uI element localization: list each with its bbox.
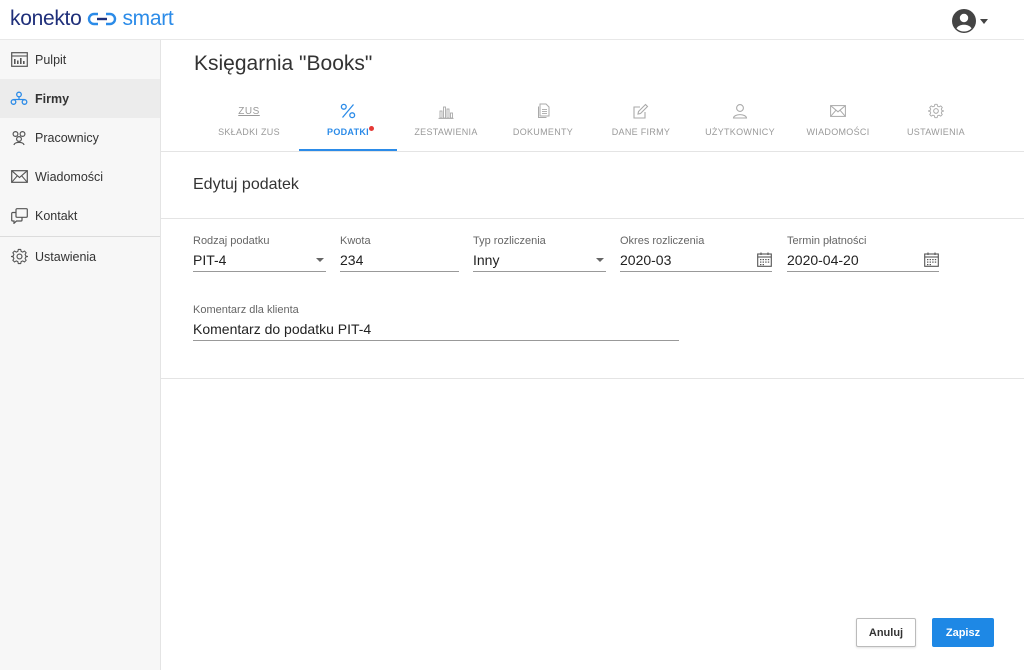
sidebar-item-ustawienia[interactable]: Ustawienia	[0, 237, 160, 276]
sidebar-item-label: Wiadomości	[35, 169, 104, 184]
sidebar-item-label: Pracownicy	[35, 130, 99, 145]
sidebar-item-firmy[interactable]: Firmy	[0, 79, 160, 118]
tab-dokumenty[interactable]: DOKUMENTY	[494, 100, 592, 151]
field-label: Okres rozliczenia	[620, 235, 705, 247]
tab-podatki[interactable]: PODATKI	[299, 100, 397, 151]
sidebar-item-label: Firmy	[35, 91, 70, 106]
logo-text-konekto: konekto	[10, 7, 82, 30]
due-date-field: Termin płatności 2020-04-20	[787, 235, 939, 272]
calendar-icon[interactable]	[757, 252, 772, 267]
field-value: PIT-4	[193, 251, 227, 268]
notification-badge	[369, 126, 374, 131]
field-label: Typ rozliczenia	[473, 235, 546, 247]
tax-type-field: Rodzaj podatku PIT-4	[193, 235, 326, 272]
account-circle-icon	[952, 9, 976, 33]
section-divider	[161, 378, 1024, 379]
sidebar: Pulpit Firmy Pracownicy Wiadomości Konta…	[0, 40, 161, 670]
user-icon	[732, 104, 748, 119]
gear-icon	[10, 248, 28, 266]
tab-dane-firmy[interactable]: DANE FIRMY	[592, 100, 690, 151]
logo-link-icon	[88, 12, 117, 26]
main-content: Księgarnia "Books" ZUS SKŁADKI ZUS PODAT…	[161, 40, 1024, 670]
tab-label: DOKUMENTY	[512, 127, 574, 137]
section-divider	[161, 218, 1024, 219]
settlement-type-select[interactable]: Inny	[473, 250, 606, 272]
sidebar-item-kontakt[interactable]: Kontakt	[0, 196, 160, 235]
dashboard-icon	[10, 51, 28, 69]
employees-icon	[10, 129, 28, 147]
tab-zestawienia[interactable]: ZESTAWIENIA	[397, 100, 495, 151]
sidebar-item-label: Pulpit	[35, 52, 67, 67]
sidebar-item-wiadomosci[interactable]: Wiadomości	[0, 157, 160, 196]
companies-icon	[10, 90, 28, 108]
tab-wiadomosci[interactable]: WIADOMOŚCI	[789, 100, 887, 151]
bar-chart-icon	[438, 106, 454, 119]
comment-input[interactable]: Komentarz do podatku PIT-4	[193, 319, 679, 341]
tab-label: UŻYTKOWNICY	[705, 127, 775, 137]
field-value: Inny	[473, 251, 500, 268]
period-field: Okres rozliczenia 2020-03	[620, 235, 772, 272]
tab-ustawienia[interactable]: USTAWIENIA	[887, 100, 985, 151]
company-header: Księgarnia "Books" ZUS SKŁADKI ZUS PODAT…	[161, 40, 1024, 152]
tax-type-select[interactable]: PIT-4	[193, 250, 326, 272]
period-input[interactable]: 2020-03	[620, 250, 772, 272]
documents-icon	[538, 103, 550, 118]
tab-label: WIADOMOŚCI	[806, 127, 870, 137]
dropdown-arrow-icon	[316, 257, 324, 262]
logo-text-smart: smart	[122, 7, 174, 30]
comment-field: Komentarz dla klienta Komentarz do podat…	[193, 304, 679, 341]
sidebar-item-pracownicy[interactable]: Pracownicy	[0, 118, 160, 157]
tab-label: DANE FIRMY	[611, 127, 671, 137]
top-bar: konekto smart	[0, 0, 1024, 40]
sidebar-item-pulpit[interactable]: Pulpit	[0, 40, 160, 79]
tab-label: ZESTAWIENIA	[414, 127, 478, 137]
dropdown-arrow-icon	[596, 257, 604, 262]
tab-label: SKŁADKI ZUS	[218, 127, 280, 137]
sidebar-item-label: Ustawienia	[35, 249, 97, 264]
gear-icon	[928, 103, 944, 119]
edit-icon	[633, 103, 649, 119]
field-value: 234	[340, 251, 364, 268]
field-label: Komentarz dla klienta	[193, 304, 299, 316]
page-title: Księgarnia "Books"	[194, 52, 373, 75]
field-value: 2020-04-20	[787, 251, 859, 268]
field-label: Rodzaj podatku	[193, 235, 270, 247]
field-label: Kwota	[340, 235, 371, 247]
mail-icon	[10, 168, 28, 186]
zus-icon: ZUS	[238, 105, 260, 117]
cancel-button[interactable]: Anuluj	[856, 618, 916, 647]
tab-skladki-zus[interactable]: ZUS SKŁADKI ZUS	[200, 100, 298, 151]
calendar-icon[interactable]	[924, 252, 939, 267]
mail-icon	[830, 105, 846, 117]
form-title: Edytuj podatek	[193, 176, 299, 193]
field-value: 2020-03	[620, 251, 672, 268]
settlement-type-field: Typ rozliczenia Inny	[473, 235, 606, 272]
percent-icon	[340, 103, 356, 119]
sidebar-item-label: Kontakt	[35, 208, 78, 223]
tab-uzytkownicy[interactable]: UŻYTKOWNICY	[691, 100, 789, 151]
tab-label: USTAWIENIA	[906, 127, 965, 137]
amount-input[interactable]: 234	[340, 250, 459, 272]
save-button[interactable]: Zapisz	[932, 618, 994, 647]
contact-icon	[10, 207, 28, 225]
amount-field: Kwota 234	[340, 235, 459, 272]
chevron-down-icon	[980, 18, 988, 24]
tab-label: PODATKI	[327, 127, 369, 137]
field-label: Termin płatności	[787, 235, 867, 247]
field-value: Komentarz do podatku PIT-4	[193, 320, 372, 337]
logo[interactable]: konekto smart	[10, 7, 174, 31]
account-menu[interactable]	[951, 8, 988, 34]
due-date-input[interactable]: 2020-04-20	[787, 250, 939, 272]
